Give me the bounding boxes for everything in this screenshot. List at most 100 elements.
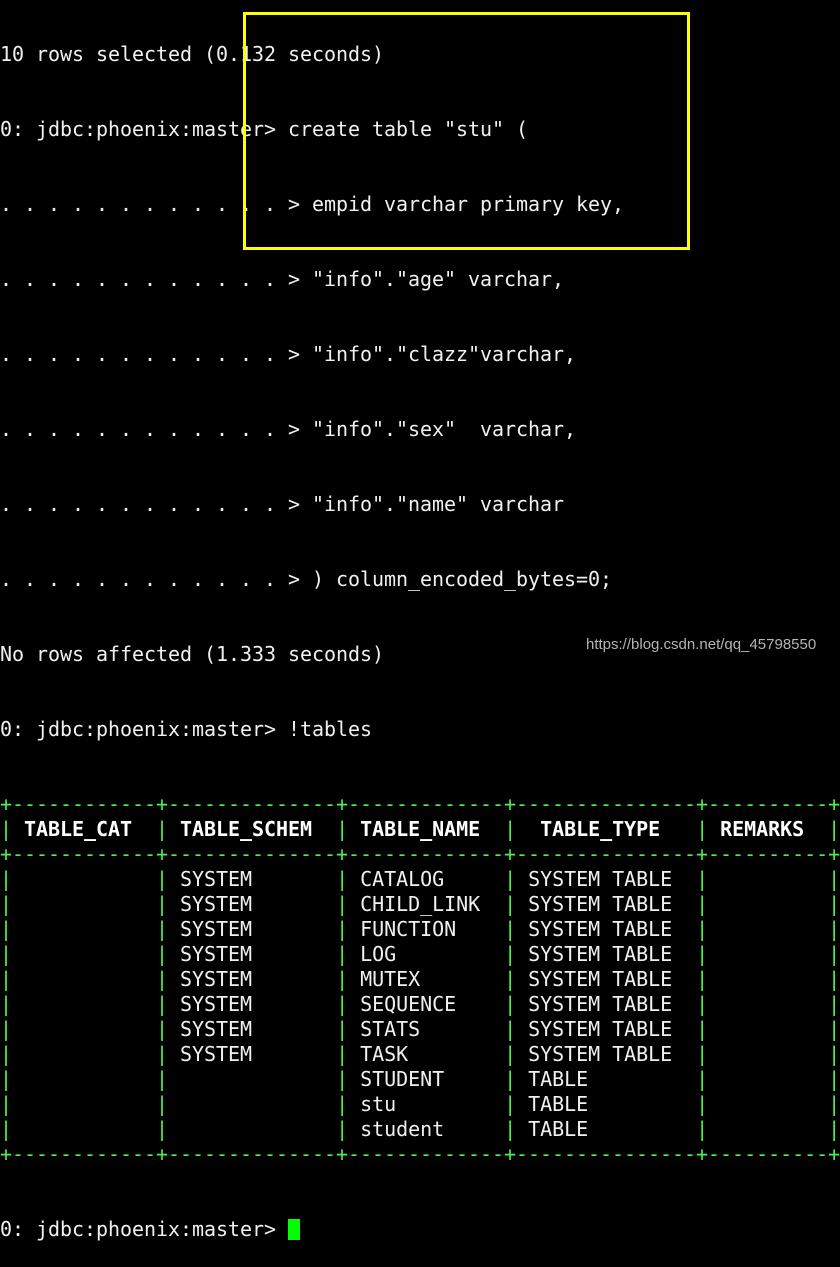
table-cell: SYSTEM TABLE <box>516 942 697 966</box>
column-separator: | <box>156 892 169 916</box>
column-separator: | <box>696 867 709 891</box>
continuation-line: . . . . . . . . . . . . > "info"."sex" v… <box>0 417 840 442</box>
command-text: ) column_encoded_bytes=0; <box>312 567 613 591</box>
command-text: empid varchar primary key, <box>312 192 625 216</box>
column-separator: | <box>0 892 13 916</box>
table-cell: TABLE <box>516 1067 697 1091</box>
column-separator: | <box>504 967 517 991</box>
column-separator: | <box>0 817 13 841</box>
table-cell <box>12 1117 156 1141</box>
table-border: +------------+--------------+-----------… <box>0 1142 840 1167</box>
command-text: "info"."sex" varchar, <box>312 417 577 441</box>
column-separator: | <box>828 867 840 891</box>
column-separator: | <box>336 1067 349 1091</box>
column-separator: | <box>336 1017 349 1041</box>
column-separator: | <box>828 1067 840 1091</box>
table-cell <box>12 917 156 941</box>
column-separator: | <box>336 817 349 841</box>
table-cell: SYSTEM TABLE <box>516 1042 697 1066</box>
table-row: | | SYSTEM | TASK | SYSTEM TABLE | | <box>0 1042 840 1067</box>
continuation-line: . . . . . . . . . . . . > empid varchar … <box>0 192 840 217</box>
table-row: | | SYSTEM | FUNCTION | SYSTEM TABLE | | <box>0 917 840 942</box>
continuation-line: . . . . . . . . . . . . > "info"."clazz"… <box>0 342 840 367</box>
column-separator: | <box>696 1092 709 1116</box>
table-cell: SYSTEM TABLE <box>516 892 697 916</box>
tables-result: +------------+--------------+-----------… <box>0 792 840 1167</box>
table-row: | | | STUDENT | TABLE | | <box>0 1067 840 1092</box>
table-cell: stu <box>348 1092 505 1116</box>
command-line: 0: jdbc:phoenix:master> create table "st… <box>0 117 840 142</box>
continuation-line: . . . . . . . . . . . . > ) column_encod… <box>0 567 840 592</box>
column-separator: | <box>336 992 349 1016</box>
table-cell: FUNCTION <box>348 917 505 941</box>
table-row: | | SYSTEM | CHILD_LINK | SYSTEM TABLE |… <box>0 892 840 917</box>
continuation-prompt: . . . . . . . . . . . . > <box>0 267 313 291</box>
column-separator: | <box>696 817 709 841</box>
column-separator: | <box>156 1092 169 1116</box>
table-cell: CHILD_LINK <box>348 892 505 916</box>
table-cell <box>708 1092 828 1116</box>
column-separator: | <box>0 992 13 1016</box>
table-cell <box>12 1067 156 1091</box>
command-text: "info"."clazz"varchar, <box>312 342 577 366</box>
prompt: 0: jdbc:phoenix:master> <box>0 117 289 141</box>
table-cell <box>168 1092 336 1116</box>
column-separator: | <box>0 1117 13 1141</box>
column-separator: | <box>504 1117 517 1141</box>
table-cell <box>12 942 156 966</box>
column-separator: | <box>828 917 840 941</box>
table-cell: TABLE <box>516 1117 697 1141</box>
watermark: https://blog.csdn.net/qq_45798550 <box>586 636 817 653</box>
continuation-prompt: . . . . . . . . . . . . > <box>0 492 313 516</box>
command-text: create table "stu" ( <box>288 117 529 141</box>
table-cell <box>12 1042 156 1066</box>
column-separator: | <box>696 1067 709 1091</box>
column-separator: | <box>504 1067 517 1091</box>
column-separator: | <box>828 992 840 1016</box>
column-separator: | <box>696 1042 709 1066</box>
column-header: TABLE_NAME <box>348 817 505 841</box>
table-cell: SYSTEM <box>168 917 337 941</box>
table-cell <box>12 1017 156 1041</box>
table-cell: TASK <box>348 1042 505 1066</box>
column-separator: | <box>696 967 709 991</box>
table-cell <box>708 942 828 966</box>
table-cell <box>708 917 828 941</box>
column-separator: | <box>0 942 13 966</box>
column-separator: | <box>336 942 349 966</box>
column-separator: | <box>156 1067 169 1091</box>
table-cell <box>708 892 828 916</box>
table-cell: SYSTEM TABLE <box>516 967 697 991</box>
column-separator: | <box>0 967 13 991</box>
table-cell <box>708 1017 828 1041</box>
command-text: !tables <box>288 717 373 741</box>
table-cell: LOG <box>348 942 505 966</box>
terminal-output[interactable]: 10 rows selected (0.132 seconds) 0: jdbc… <box>0 0 840 1267</box>
table-row: | | SYSTEM | LOG | SYSTEM TABLE | | <box>0 942 840 967</box>
column-header: TABLE_CAT <box>12 817 157 841</box>
continuation-prompt: . . . . . . . . . . . . > <box>0 417 313 441</box>
table-cell: STUDENT <box>348 1067 505 1091</box>
column-separator: | <box>696 992 709 1016</box>
previous-output-text: 10 rows selected (0.132 seconds) <box>0 42 385 66</box>
table-cell <box>708 967 828 991</box>
result-message: No rows affected (1.333 seconds) <box>0 642 385 666</box>
column-separator: | <box>828 942 840 966</box>
table-cell: SYSTEM <box>168 1017 337 1041</box>
table-cell <box>168 1117 336 1141</box>
table-cell <box>168 1067 336 1091</box>
cursor[interactable] <box>288 1219 301 1240</box>
column-separator: | <box>156 867 169 891</box>
column-separator: | <box>828 967 840 991</box>
table-cell: SYSTEM <box>168 992 337 1016</box>
table-cell: SYSTEM <box>168 967 337 991</box>
prompt: 0: jdbc:phoenix:master> <box>0 717 289 741</box>
column-separator: | <box>504 1017 517 1041</box>
border-line: +------------+--------------+-----------… <box>0 1142 840 1166</box>
continuation-prompt: . . . . . . . . . . . . > <box>0 192 313 216</box>
table-header-row: | TABLE_CAT | TABLE_SCHEM | TABLE_NAME |… <box>0 817 840 842</box>
column-separator: | <box>828 1092 840 1116</box>
column-separator: | <box>0 1042 13 1066</box>
continuation-line: . . . . . . . . . . . . > "info"."name" … <box>0 492 840 517</box>
border-line: +------------+--------------+-----------… <box>0 792 840 816</box>
